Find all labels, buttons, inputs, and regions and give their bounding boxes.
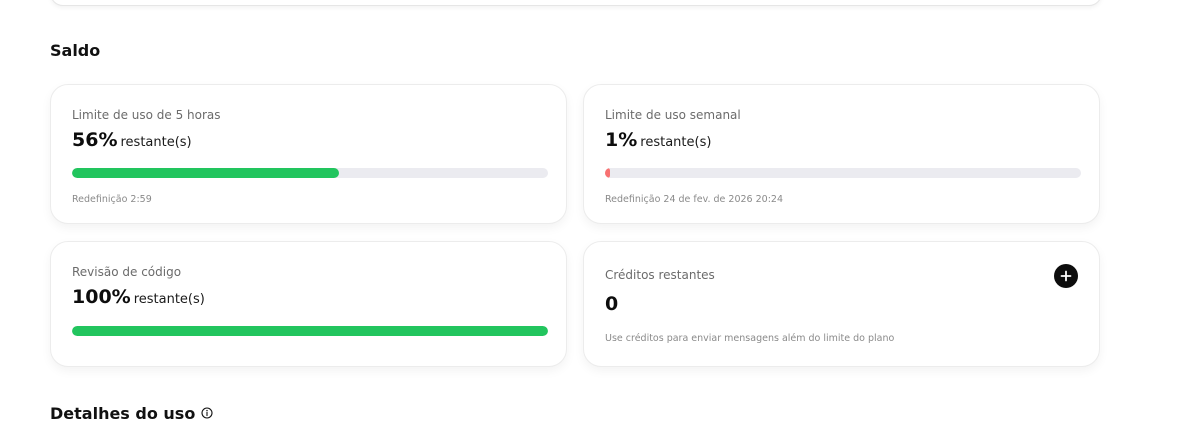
credits-card: Créditos restantes 0 Use créditos para e… bbox=[583, 241, 1100, 367]
code-review-card: Revisão de código 100% restante(s) bbox=[50, 241, 567, 367]
code-review-value: 100% restante(s) bbox=[72, 286, 205, 308]
five-hour-limit-reset: Redefinição 2:59 bbox=[72, 194, 152, 205]
code-review-progress-track bbox=[72, 326, 548, 336]
five-hour-limit-label: Limite de uso de 5 horas bbox=[72, 108, 221, 122]
code-review-progress-fill bbox=[72, 326, 548, 336]
usage-details-title-text: Detalhes do uso bbox=[50, 404, 196, 423]
weekly-limit-suffix: restante(s) bbox=[640, 135, 712, 150]
weekly-limit-percent: 1% bbox=[605, 129, 638, 151]
five-hour-limit-value: 56% restante(s) bbox=[72, 129, 192, 151]
weekly-limit-reset: Redefinição 24 de fev. de 2026 20:24 bbox=[605, 194, 783, 205]
credits-description: Use créditos para enviar mensagens além … bbox=[605, 333, 895, 344]
info-icon[interactable] bbox=[201, 404, 213, 423]
weekly-limit-card: Limite de uso semanal 1% restante(s) Rede… bbox=[583, 84, 1100, 224]
five-hour-limit-progress-track bbox=[72, 168, 548, 178]
weekly-limit-progress-fill bbox=[605, 168, 610, 178]
five-hour-limit-progress-fill bbox=[72, 168, 339, 178]
code-review-percent: 100% bbox=[72, 286, 131, 308]
credits-label: Créditos restantes bbox=[605, 268, 715, 282]
previous-card-edge bbox=[50, 0, 1102, 6]
code-review-suffix: restante(s) bbox=[133, 292, 205, 307]
five-hour-limit-suffix: restante(s) bbox=[120, 135, 192, 150]
balance-section-title: Saldo bbox=[50, 41, 101, 60]
plus-icon bbox=[1060, 270, 1072, 282]
five-hour-limit-percent: 56% bbox=[72, 129, 118, 151]
five-hour-limit-card: Limite de uso de 5 horas 56% restante(s) … bbox=[50, 84, 567, 224]
weekly-limit-value: 1% restante(s) bbox=[605, 129, 711, 151]
add-credits-button[interactable] bbox=[1054, 264, 1078, 288]
code-review-label: Revisão de código bbox=[72, 265, 182, 279]
weekly-limit-label: Limite de uso semanal bbox=[605, 108, 741, 122]
usage-details-section-title: Detalhes do uso bbox=[50, 404, 213, 424]
weekly-limit-progress-track bbox=[605, 168, 1081, 178]
credits-value: 0 bbox=[605, 293, 619, 315]
